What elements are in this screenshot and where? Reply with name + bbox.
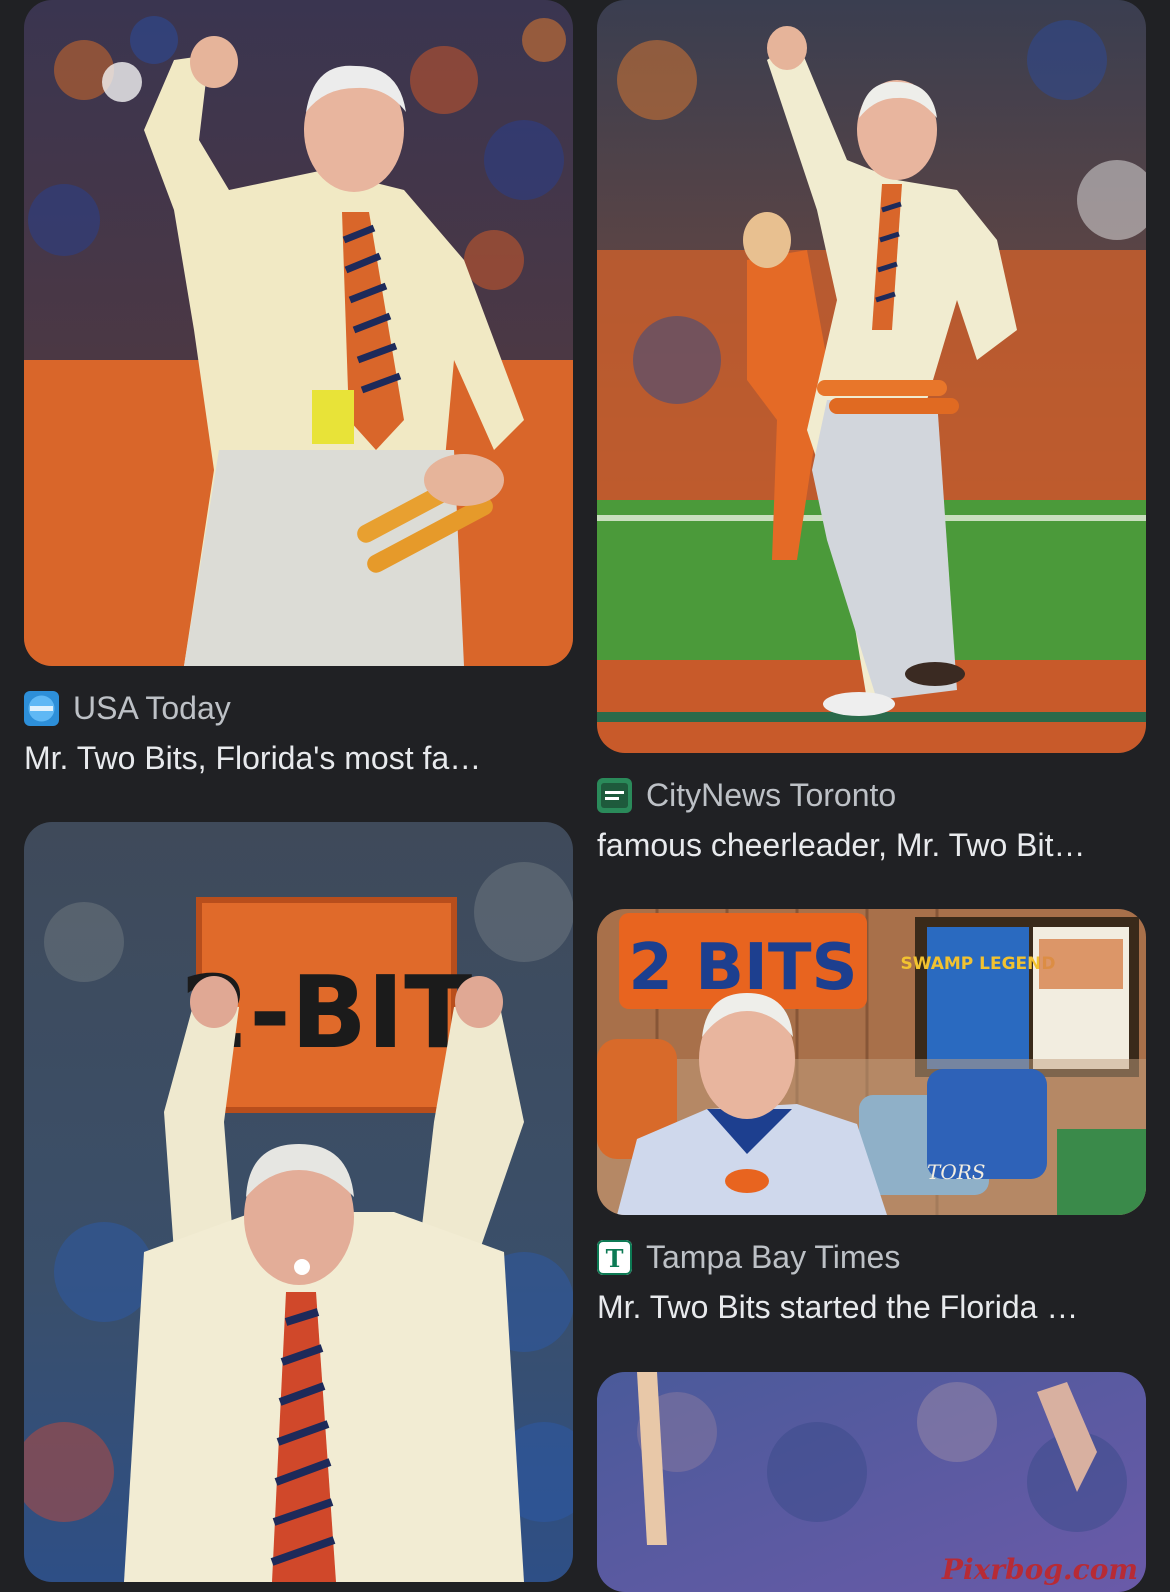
result-thumbnail[interactable]: 2-BIT: [24, 822, 573, 1582]
result-thumbnail[interactable]: 2 BITS SWAMP LEGEND TORS: [597, 909, 1146, 1215]
result-card[interactable]: Pixrbog.com: [597, 1372, 1146, 1592]
citynews-logo-icon: [597, 777, 632, 813]
result-thumbnail[interactable]: [597, 0, 1146, 753]
result-card[interactable]: CityNews Toronto famous cheerleader, Mr.…: [597, 0, 1146, 867]
svg-text:T: T: [606, 1244, 624, 1273]
watermark: Pixrbog.com: [941, 1553, 1138, 1586]
result-caption[interactable]: Mr. Two Bits, Florida's most fa…: [24, 736, 573, 780]
result-caption[interactable]: Mr. Two Bits started the Florida …: [597, 1285, 1146, 1329]
result-caption[interactable]: famous cheerleader, Mr. Two Bit…: [597, 823, 1146, 867]
photo-mr-two-bits-at-home: 2 BITS SWAMP LEGEND TORS: [597, 909, 1146, 1215]
photo-mr-two-bits-holding-sign: 2-BIT: [24, 822, 573, 1582]
source-row[interactable]: T Tampa Bay Times: [597, 1237, 1146, 1277]
usa-today-logo-icon: [24, 690, 59, 726]
result-thumbnail[interactable]: Pixrbog.com: [597, 1372, 1146, 1592]
photo-mr-two-bits-on-field: [597, 0, 1146, 753]
tampa-bay-times-logo-icon: T: [597, 1239, 632, 1275]
pillow-text: TORS: [927, 1160, 986, 1184]
source-name: CityNews Toronto: [646, 777, 897, 813]
source-row[interactable]: USA Today: [24, 688, 573, 728]
result-thumbnail[interactable]: [24, 0, 573, 666]
photo-mr-two-bits-fist-pump: [24, 0, 573, 666]
result-card[interactable]: 2 BITS SWAMP LEGEND TORS T Tampa Bay Tim…: [597, 909, 1146, 1329]
result-card[interactable]: 2-BIT: [24, 822, 573, 1582]
source-name: USA Today: [73, 690, 231, 726]
poster-text: SWAMP LEGEND: [900, 954, 1055, 974]
result-card[interactable]: USA Today Mr. Two Bits, Florida's most f…: [24, 0, 573, 780]
source-name: Tampa Bay Times: [646, 1239, 901, 1275]
source-row[interactable]: CityNews Toronto: [597, 775, 1146, 815]
